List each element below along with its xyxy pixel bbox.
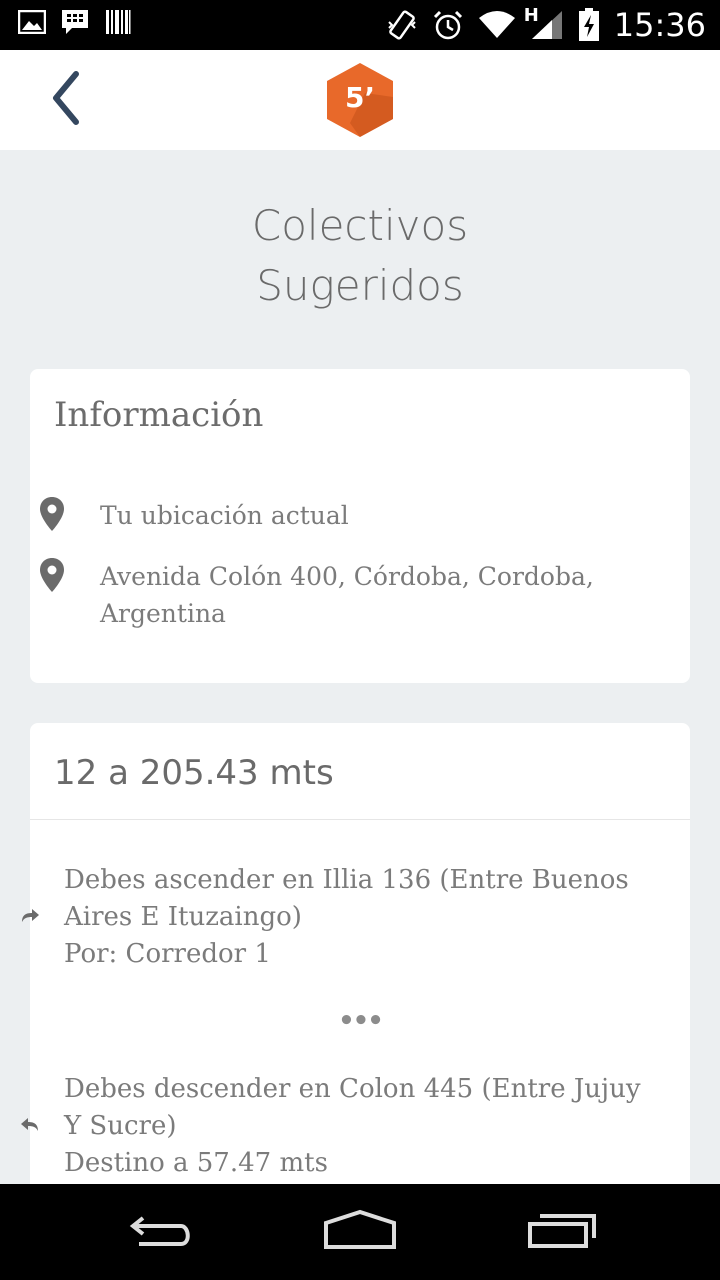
bbm-icon — [60, 8, 90, 36]
nav-recent-apps-button[interactable] — [517, 1206, 607, 1258]
location-row-destination[interactable]: Avenida Colón 400, Córdoba, Cordoba, Arg… — [40, 558, 630, 632]
image-icon — [18, 10, 46, 34]
signal-icon: H — [524, 5, 564, 41]
location-pin-icon — [40, 497, 70, 536]
nav-back-button[interactable] — [115, 1206, 205, 1258]
step-instruction: Debes descender en Colon 445 (Entre Juju… — [64, 1074, 641, 1141]
battery-charging-icon — [578, 8, 600, 42]
ellipsis: ••• — [338, 1006, 384, 1036]
app-logo: 5’ — [325, 63, 395, 137]
location-pin-icon — [40, 558, 70, 597]
vibrate-icon — [386, 8, 418, 42]
back-button[interactable] — [36, 70, 96, 130]
page-title: Colectivos Sugeridos — [0, 196, 720, 316]
status-bar: H 15:36 — [0, 0, 720, 50]
turn-left-arrow-icon — [20, 1116, 44, 1137]
location-text: Avenida Colón 400, Córdoba, Cordoba, Arg… — [100, 562, 594, 628]
system-nav-bar — [0, 1184, 720, 1280]
route-step-board: Debes ascender en Illia 136 (Entre Bueno… — [20, 862, 644, 973]
back-nav-icon — [125, 1210, 195, 1255]
page-title-line2: Sugeridos — [256, 261, 464, 310]
page-title-line1: Colectivos — [251, 201, 469, 250]
route-title: 12 a 205.43 mts — [54, 753, 334, 793]
recent-apps-icon — [526, 1210, 598, 1255]
logo-text: 5’ — [344, 81, 376, 114]
info-card-title: Información — [54, 395, 264, 435]
route-step-alight: Debes descender en Colon 445 (Entre Juju… — [20, 1071, 644, 1182]
app-bar: 5’ — [0, 50, 720, 150]
step-instruction: Debes ascender en Illia 136 (Entre Bueno… — [64, 865, 629, 932]
clock: 15:36 — [613, 6, 706, 44]
home-nav-icon — [323, 1209, 397, 1256]
step-detail: Destino a 57.47 mts — [64, 1148, 328, 1178]
network-type-label: H — [523, 5, 539, 26]
chevron-left-icon — [48, 70, 84, 131]
barcode-icon — [104, 8, 132, 36]
wifi-icon — [478, 10, 516, 40]
step-detail: Por: Corredor 1 — [64, 939, 271, 969]
nav-home-button[interactable] — [315, 1206, 405, 1258]
location-row-origin[interactable]: Tu ubicación actual — [40, 497, 630, 536]
location-text: Tu ubicación actual — [100, 501, 349, 530]
divider — [30, 819, 690, 820]
alarm-icon — [432, 9, 464, 41]
turn-right-arrow-icon — [20, 907, 44, 928]
